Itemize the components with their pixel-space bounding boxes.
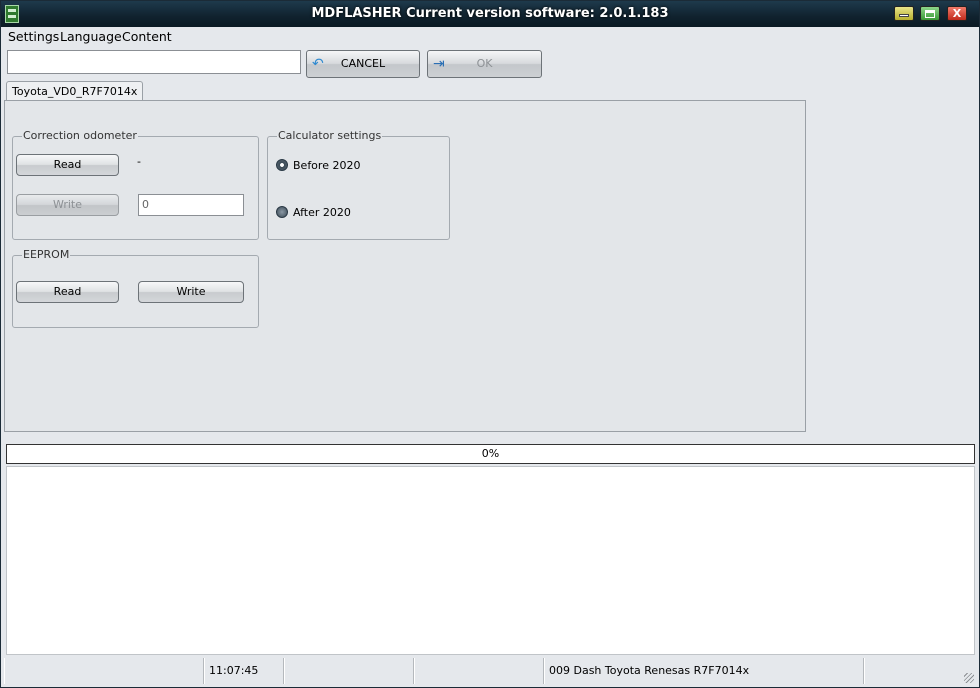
status-cell-empty-4 bbox=[864, 658, 976, 684]
eeprom-title: EEPROM bbox=[22, 248, 71, 261]
menu-content[interactable]: Content bbox=[122, 29, 172, 44]
log-area[interactable] bbox=[6, 466, 975, 655]
menu-settings[interactable]: Settings bbox=[8, 29, 59, 44]
eeprom-read-button[interactable]: Read bbox=[16, 281, 119, 303]
cancel-button[interactable]: ↶ CANCEL bbox=[306, 50, 420, 78]
exit-door-icon: ⇥ bbox=[433, 56, 445, 72]
calculator-settings-group: Calculator settings Before 2020 After 20… bbox=[267, 129, 450, 240]
minimize-button[interactable] bbox=[894, 6, 914, 21]
status-cell-empty-2 bbox=[284, 658, 414, 684]
status-cell-empty-3 bbox=[414, 658, 544, 684]
progress-bar: 0% bbox=[6, 444, 975, 464]
menu-bar: Settings Language Content bbox=[1, 27, 979, 47]
eeprom-group: EEPROM Read Write bbox=[12, 248, 259, 328]
tab-panel: Correction odometer Read - Write 0 EEPRO… bbox=[4, 100, 806, 432]
command-input[interactable] bbox=[7, 50, 301, 74]
main-window: MDFLASHER Current version software: 2.0.… bbox=[0, 0, 980, 688]
correction-odometer-title: Correction odometer bbox=[22, 129, 138, 142]
odometer-read-button[interactable]: Read bbox=[16, 154, 119, 176]
radio-after-2020[interactable] bbox=[276, 206, 288, 218]
menu-language[interactable]: Language bbox=[60, 29, 122, 44]
odometer-write-button[interactable]: Write bbox=[16, 194, 119, 216]
status-device: 009 Dash Toyota Renesas R7F7014x bbox=[544, 658, 864, 684]
ok-label: OK bbox=[476, 57, 493, 70]
status-bar: 11:07:45 009 Dash Toyota Renesas R7F7014… bbox=[4, 658, 976, 685]
resize-grip-icon[interactable] bbox=[964, 673, 974, 683]
radio-before-2020-label: Before 2020 bbox=[293, 159, 361, 172]
ok-button[interactable]: ⇥ OK bbox=[427, 50, 542, 78]
odometer-write-input[interactable]: 0 bbox=[138, 194, 244, 216]
undo-arrow-icon: ↶ bbox=[312, 56, 324, 72]
radio-after-2020-label: After 2020 bbox=[293, 206, 351, 219]
correction-odometer-group: Correction odometer Read - Write 0 bbox=[12, 129, 259, 240]
window-title: MDFLASHER Current version software: 2.0.… bbox=[311, 6, 669, 21]
close-button[interactable]: X bbox=[947, 6, 967, 21]
status-cell-empty-1 bbox=[4, 658, 204, 684]
tab-toyota-vd0[interactable]: Toyota_VD0_R7F7014x bbox=[6, 81, 144, 102]
cancel-label: CANCEL bbox=[340, 57, 386, 70]
calculator-settings-title: Calculator settings bbox=[277, 129, 383, 142]
title-bar[interactable]: MDFLASHER Current version software: 2.0.… bbox=[1, 1, 979, 27]
odometer-value: - bbox=[137, 155, 141, 168]
eeprom-write-button[interactable]: Write bbox=[138, 281, 244, 303]
radio-before-2020[interactable] bbox=[276, 159, 288, 171]
maximize-button[interactable] bbox=[920, 6, 940, 21]
status-time: 11:07:45 bbox=[204, 658, 284, 684]
